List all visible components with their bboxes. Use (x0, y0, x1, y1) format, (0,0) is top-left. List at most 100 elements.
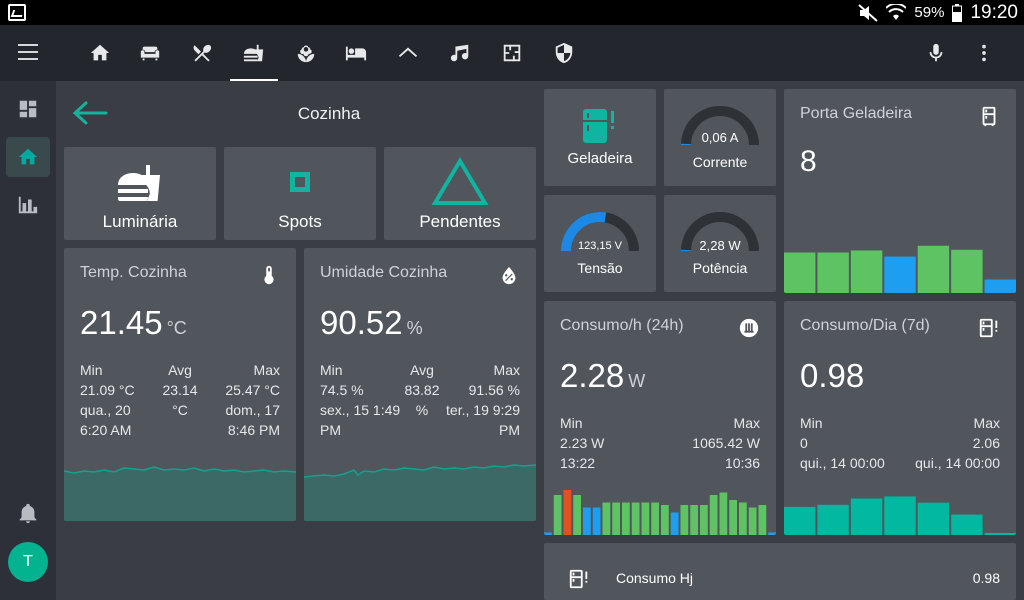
tab-attic[interactable] (384, 25, 432, 81)
square-icon (290, 172, 310, 192)
consumo-hora-min: Min 2.23 W 13:22 (560, 415, 605, 471)
bar-6 (602, 502, 611, 535)
spots-label: Spots (278, 212, 322, 231)
bar-3 (884, 496, 916, 535)
bar-11 (651, 502, 659, 535)
battery-percent: 59% (914, 4, 945, 21)
bar-15 (690, 505, 698, 535)
music-icon (450, 44, 469, 62)
pendentes-button[interactable]: Pendentes (384, 147, 536, 240)
consumo-hora-title: Consumo/h (24h) (560, 317, 684, 334)
geladeira-button[interactable]: Geladeira (544, 89, 656, 186)
food-drink-icon (243, 44, 264, 62)
user-avatar[interactable]: T (8, 542, 48, 582)
bar-6 (984, 279, 1016, 293)
temperature-max: Max 25.47 °C dom., 17 8:46 PM (225, 362, 280, 438)
sidebar-item-home[interactable] (6, 137, 50, 177)
consumo-hoje-row[interactable]: Consumo Hj 0.98 (544, 543, 1016, 600)
bar-23 (768, 532, 776, 535)
fridge-icon (982, 106, 996, 127)
notifications-button[interactable] (6, 493, 50, 533)
bar-4 (917, 245, 950, 293)
sidebar-item-overview[interactable] (6, 89, 50, 129)
consumo-dia-bar-chart (784, 496, 1016, 535)
tab-bedroom[interactable] (332, 25, 380, 81)
bar-1 (817, 252, 849, 293)
fridge-alert-icon (569, 569, 588, 589)
consumo-hora-card[interactable]: Consumo/h (24h) 2.28 W Min 2.23 W 13:22 Max… (544, 301, 776, 535)
bar-3 (573, 495, 581, 535)
voice-button[interactable] (912, 25, 960, 81)
tab-living-room[interactable] (126, 25, 174, 81)
luminaria-button[interactable]: Luminária (64, 147, 216, 240)
sidebar: T (0, 81, 56, 600)
spots-button[interactable]: Spots (224, 147, 376, 240)
consumo-dia-card[interactable]: Consumo/Dia (7d) 0.98 Min 0 qui., 14 00:00… (784, 301, 1016, 535)
tab-security[interactable] (540, 25, 588, 81)
fork-knife-icon (193, 44, 212, 62)
luminaria-label: Luminária (102, 212, 178, 231)
more-vertical-icon (982, 44, 986, 62)
sidebar-item-history[interactable] (6, 185, 50, 225)
temperature-avg: Avg 23.14 °C (162, 362, 198, 418)
home-icon (90, 44, 110, 61)
tab-floorplan[interactable] (488, 25, 536, 81)
consumo-dia-title: Consumo/Dia (7d) (800, 317, 930, 334)
porta-title: Porta Geladeira (800, 105, 913, 122)
porta-bar-chart (784, 245, 1016, 293)
consumo-hora-bar-chart (544, 490, 776, 535)
tab-music[interactable] (436, 25, 484, 81)
bar-22 (758, 505, 767, 535)
tab-kitchen[interactable] (230, 25, 278, 81)
bar-4 (583, 507, 591, 535)
corrente-value: 0,06 A (701, 130, 739, 145)
bar-8 (622, 502, 630, 535)
humidity-min: Min 74.5 % sex., 15 1:49 PM (320, 362, 401, 438)
corrente-gauge-card[interactable]: 0,06 A Corrente (664, 89, 776, 186)
overflow-menu-button[interactable] (960, 25, 1008, 81)
tab-dining[interactable] (178, 25, 226, 81)
shield-icon (555, 42, 573, 64)
bar-1 (817, 504, 849, 535)
porta-value: 8 (800, 145, 817, 178)
potencia-gauge-card[interactable]: 2,28 W Potência (664, 195, 776, 292)
geladeira-label: Geladeira (567, 150, 633, 167)
porta-geladeira-card[interactable]: Porta Geladeira 8 (784, 89, 1016, 293)
bar-2 (850, 250, 883, 293)
bar-19 (729, 500, 737, 535)
bar-3 (884, 256, 916, 293)
meter-icon (739, 318, 759, 338)
bar-0 (784, 506, 816, 535)
triangle-icon (431, 157, 489, 205)
consumo-hora-value: 2.28 W (560, 357, 646, 394)
temperature-value: 21.45 °C (80, 304, 187, 341)
consumo-dia-max: Max 2.06 qui., 14 00:00 (915, 415, 1000, 471)
tab-garden[interactable] (282, 25, 330, 81)
humidity-card[interactable]: Umidade Cozinha 90.52% Min 74.5 % sex., 15… (304, 248, 536, 521)
temperature-card[interactable]: Temp. Cozinha 21.45 °C Min 21.09 °C qua., 2… (64, 248, 296, 521)
fridge-alert-icon (979, 318, 998, 338)
wifi-icon (886, 3, 907, 20)
roof-icon (398, 47, 418, 58)
humidity-value: 90.52% (320, 304, 423, 341)
bar-1 (553, 495, 562, 535)
sofa-icon (140, 46, 160, 61)
home-icon (18, 148, 38, 165)
humidity-title: Umidade Cozinha (320, 264, 448, 281)
menu-icon[interactable] (18, 44, 38, 60)
tensao-value: 123,15 V (577, 240, 623, 252)
thermometer-icon (264, 265, 274, 285)
bell-icon (19, 503, 37, 524)
mute-icon (858, 3, 879, 22)
gallery-notification-icon (8, 4, 26, 21)
tensao-gauge-card[interactable]: 123,15 V Tensão (544, 195, 656, 292)
consumo-hora-max: Max 1065.42 W 10:36 (692, 415, 760, 471)
bar-16 (700, 505, 708, 535)
potencia-label: Potência (692, 260, 748, 276)
chart-icon (18, 196, 38, 214)
bar-7 (612, 502, 620, 535)
app-bar (0, 25, 1024, 81)
humidity-avg: Avg 83.82% (404, 362, 440, 418)
tab-home[interactable] (76, 25, 124, 81)
bar-9 (631, 502, 640, 535)
